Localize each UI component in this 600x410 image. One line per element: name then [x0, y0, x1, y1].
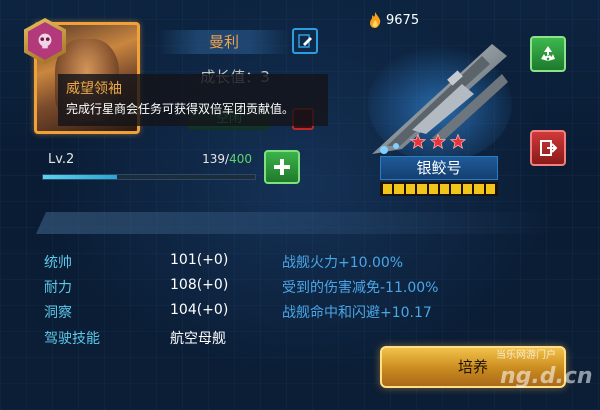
exp-progress-fill — [43, 175, 117, 179]
exp-max: 400 — [229, 152, 252, 166]
quality-segment — [451, 184, 461, 194]
stat-label: 统帅 — [44, 255, 72, 271]
quality-segment — [485, 184, 496, 194]
star-icon — [449, 134, 467, 149]
exit-icon — [540, 140, 558, 156]
star-icon — [429, 134, 447, 149]
edit-name-button[interactable] — [292, 28, 318, 54]
quality-segment — [428, 184, 439, 194]
quality-segment — [383, 184, 393, 194]
exp-current: 139 — [202, 152, 226, 166]
ship-quality-bar — [380, 182, 498, 196]
stat-value: 104(+0) — [170, 302, 229, 318]
captain-level: Lv.2 — [48, 152, 75, 167]
exp-readout: 139/400 — [200, 152, 252, 166]
star-icon — [409, 134, 427, 149]
quality-segment — [417, 184, 427, 194]
captain-name: 曼利 — [158, 30, 290, 54]
skill-tooltip: 威望领袖 完成行星商会任务可获得双倍军团贡献值。 — [58, 74, 328, 126]
stat-row-command: 统帅 101(+0) 战舰火力+10.00% — [44, 252, 544, 274]
quality-segment — [440, 184, 450, 194]
tooltip-title: 威望领袖 — [66, 81, 122, 97]
change-ship-button[interactable] — [530, 130, 566, 166]
section-divider — [36, 212, 556, 234]
ship-name: 银鲛号 — [380, 156, 498, 180]
stat-row-insight: 洞察 104(+0) 战舰命中和闪避+10.17 — [44, 302, 544, 324]
stat-value: 航空母舰 — [170, 331, 226, 347]
tooltip-body: 完成行星商会任务可获得双倍军团贡献值。 — [66, 102, 295, 116]
quality-segment — [394, 184, 404, 194]
quality-segment — [474, 184, 484, 194]
stat-label: 耐力 — [44, 280, 72, 296]
recycle-button[interactable] — [530, 36, 566, 72]
stat-effect: 战舰火力+10.00% — [282, 255, 404, 271]
recycle-icon — [541, 46, 555, 61]
captain-info-screen: 曼利 成长值：3 空闲 威望领袖 完成行星商会任务可获得双倍军团贡献值。 Lv.… — [0, 0, 600, 410]
quality-segment — [462, 184, 473, 194]
exp-progress-bar — [42, 174, 256, 180]
quality-segment — [405, 184, 416, 194]
flame-icon — [370, 12, 381, 28]
skull-icon — [38, 33, 52, 49]
stat-row-endurance: 耐力 108(+0) 受到的伤害减免-11.00% — [44, 277, 544, 299]
currency-amount: 9675 — [386, 12, 420, 28]
stat-value: 101(+0) — [170, 252, 229, 268]
stat-effect: 受到的伤害减免-11.00% — [282, 280, 439, 296]
stat-label: 驾驶技能 — [44, 331, 100, 347]
stat-effect: 战舰命中和闪避+10.17 — [282, 305, 432, 321]
stat-value: 108(+0) — [170, 277, 229, 293]
train-button[interactable]: 培养 — [380, 346, 566, 388]
pencil-icon — [298, 34, 312, 48]
add-exp-button[interactable] — [264, 150, 300, 184]
stat-label: 洞察 — [44, 305, 72, 321]
ship-star-rating — [409, 134, 467, 149]
currency-display: 9675 — [368, 12, 419, 28]
plus-icon — [274, 159, 290, 175]
